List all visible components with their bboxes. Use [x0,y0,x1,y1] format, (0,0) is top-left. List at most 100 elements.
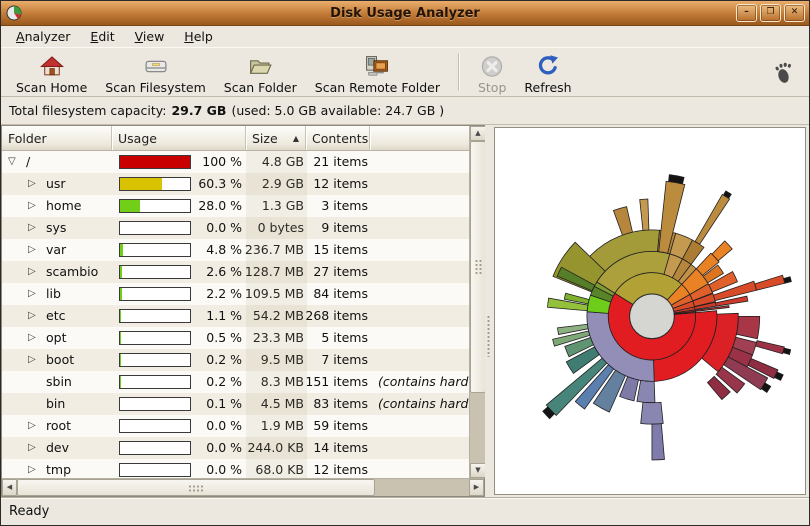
expander-closed-icon[interactable]: ▷ [28,463,36,477]
horizontal-scrollbar-trough[interactable] [375,479,469,496]
folder-size: 109.5 MB [244,286,304,301]
ring-segment[interactable] [694,193,731,245]
usage-percent: 0.0 % [206,418,242,433]
table-row[interactable]: ▷ boot 0.2 % 9.5 MB 7 items [2,349,469,371]
table-row[interactable]: sbin 0.2 % 8.3 MB151 items (contains hardli… [2,371,469,393]
menu-view[interactable]: View [126,27,174,46]
column-header-usage[interactable]: Usage [112,126,246,150]
sort-ascending-icon: ▲ [292,133,299,143]
ring-segment[interactable] [651,423,665,461]
refresh-button[interactable]: Refresh [515,50,580,96]
disk-usage-analyzer-window: Disk Usage Analyzer – ❐ ✕ Analyzer Edit … [0,0,810,526]
ring-segment[interactable] [754,274,786,291]
maximize-button[interactable]: ❐ [760,4,781,22]
ring-segment[interactable] [636,379,656,404]
table-row[interactable]: ▷ scambio 2.6 % 128.7 MB 27 items [2,261,469,283]
scan-home-button[interactable]: Scan Home [7,50,96,96]
tree-pane: Folder Usage Size ▲ Contents ▽ / 100 % 4… [1,125,486,497]
expander-closed-icon[interactable]: ▷ [28,221,36,235]
expander-open-icon[interactable]: ▽ [8,155,16,169]
expander-closed-icon[interactable]: ▷ [28,199,36,213]
table-row[interactable]: ▷ opt 0.5 % 23.3 MB 5 items [2,327,469,349]
statusbar: Ready [1,497,809,525]
menubar: Analyzer Edit View Help [1,26,809,47]
ring-segment[interactable] [612,206,633,236]
table-row[interactable]: ▷ lib 2.2 % 109.5 MB 84 items [2,283,469,305]
folder-size: 1.3 GB [261,198,304,213]
ring-segment[interactable] [783,276,792,284]
main-area: Folder Usage Size ▲ Contents ▽ / 100 % 4… [1,125,809,497]
minimize-button[interactable]: – [736,4,757,22]
usage-percent: 28.0 % [198,198,242,213]
folder-contents: 7 items [321,352,368,367]
expander-closed-icon[interactable]: ▷ [28,177,36,191]
table-row[interactable]: ▷ home 28.0 % 1.3 GB 3 items [2,195,469,217]
scan-remote-folder-button[interactable]: Scan Remote Folder [306,50,449,96]
expander-closed-icon[interactable]: ▷ [28,441,36,455]
vertical-scrollbar-thumb[interactable] [470,141,486,393]
ring-segment[interactable] [711,240,733,262]
ring-segment[interactable] [782,347,792,355]
expander-closed-icon[interactable]: ▷ [28,419,36,433]
usage-percent: 4.8 % [206,242,242,257]
menu-edit[interactable]: Edit [81,27,123,46]
table-row[interactable]: ▷ sys 0.0 % 0 bytes 9 items [2,217,469,239]
close-button[interactable]: ✕ [784,4,805,22]
menu-help[interactable]: Help [175,27,222,46]
folder-name: bin [46,396,66,411]
chart-center-root[interactable] [629,293,675,340]
folder-open-icon [250,60,272,74]
table-row[interactable]: ▷ etc 1.1 % 54.2 MB 268 items [2,305,469,327]
folder-contents: 59 items [313,418,368,433]
expander-closed-icon[interactable]: ▷ [28,331,36,345]
table-row[interactable]: ▷ tmp 0.0 % 68.0 KB 12 items [2,459,469,478]
expander-closed-icon[interactable]: ▷ [28,309,36,323]
ring-chart-svg[interactable] [495,128,805,494]
table-row[interactable]: ▷ var 4.8 % 236.7 MB 15 items [2,239,469,261]
ring-segment[interactable] [736,315,761,340]
table-row[interactable]: ▷ dev 0.0 % 244.0 KB 14 items [2,437,469,459]
status-text: Ready [9,504,50,519]
folder-size: 23.3 MB [252,330,304,345]
scan-folder-button[interactable]: Scan Folder [215,50,306,96]
ring-chart[interactable] [494,127,806,495]
column-header-size[interactable]: Size ▲ [246,126,306,150]
folder-contents: 151 items [305,374,368,389]
expander-closed-icon[interactable]: ▷ [28,287,36,301]
folder-size: 2.9 GB [261,176,304,191]
window-title: Disk Usage Analyzer [330,5,480,21]
scan-filesystem-button[interactable]: Scan Filesystem [96,50,214,96]
column-header-folder[interactable]: Folder [2,126,112,150]
chart-pane [493,125,809,497]
column-header-contents[interactable]: Contents [306,126,370,150]
table-row[interactable]: ▷ usr 60.3 % 2.9 GB 12 items [2,173,469,195]
vertical-scrollbar[interactable]: ▲ ▼ [469,126,486,478]
folder-name: sys [46,220,67,235]
scroll-left-icon[interactable]: ◀ [2,479,17,496]
horizontal-scrollbar[interactable]: ◀ ▶ [2,478,484,496]
table-row[interactable]: bin 0.1 % 4.5 MB 83 items (contains hardlink… [2,393,469,415]
scroll-up-icon[interactable]: ▲ [470,126,486,141]
folder-contents: 3 items [321,198,368,213]
menu-analyzer[interactable]: Analyzer [7,27,79,46]
table-row[interactable]: ▽ / 100 % 4.8 GB 21 items [2,151,469,173]
expander-closed-icon[interactable]: ▷ [28,243,36,257]
vertical-scrollbar-trough[interactable] [470,393,486,463]
folder-name: scambio [46,264,99,279]
scroll-down-icon[interactable]: ▼ [470,463,486,478]
scroll-right-icon[interactable]: ▶ [469,479,484,496]
table-row[interactable]: ▷ root 0.0 % 1.9 MB 59 items [2,415,469,437]
pane-splitter[interactable] [485,125,493,497]
ring-segment[interactable] [755,340,785,355]
capacity-bar: Total filesystem capacity: 29.7 GB (used… [1,97,809,125]
harddisk-icon [145,60,166,73]
ring-segment[interactable] [639,198,650,231]
capacity-total: 29.7 GB [171,103,227,118]
ring-segment[interactable] [640,401,664,425]
horizontal-scrollbar-thumb[interactable] [17,479,375,496]
toolbar-label: Scan Home [16,80,88,95]
expander-closed-icon[interactable]: ▷ [28,265,36,279]
folder-name: usr [46,176,66,191]
usage-percent: 0.2 % [206,374,242,389]
expander-closed-icon[interactable]: ▷ [28,353,36,367]
